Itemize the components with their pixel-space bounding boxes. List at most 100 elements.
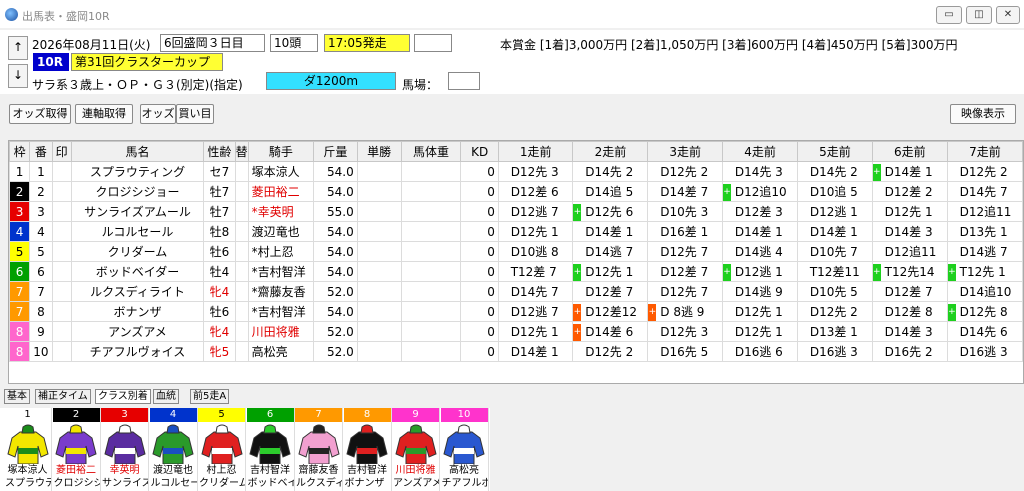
column-header[interactable]: 枠 [9,141,31,162]
mark-cell[interactable] [51,241,72,262]
column-header[interactable]: 騎手 [247,141,315,162]
silk-jockey-name: 吉村智洋 [347,465,387,476]
horse-row[interactable]: 5 5 クリダーム 牡6 *村上忍 54.0 0 D10逃 8 D14逃 7 D12先 7 … [9,241,1023,262]
column-header[interactable]: 印 [51,141,72,162]
past-race-cell: D14先 7 [946,181,1023,202]
silk-card[interactable]: 1 塚本涼人スプラウティング [4,408,52,491]
kd-cell: 0 [460,321,499,342]
empty-marker [499,304,507,321]
past-race-text: D12逃 7 [506,304,559,319]
horse-row[interactable]: 7 7 ルクスディライト 牝4 *齋藤友香 52.0 0 D14先 7 D12差 7 D12… [9,281,1023,302]
odds-button[interactable]: オッズ [140,104,176,124]
tab-corrected-time[interactable]: 補正タイム [35,389,91,404]
silk-horse-name: ルクスディライト [296,478,342,489]
tab-pedigree[interactable]: 血統 [153,389,179,404]
silk-card[interactable]: 3 幸英明サンライズアムール [101,408,149,491]
silk-horse-name: アンズアメ [393,478,439,489]
horse-row[interactable]: 8 10 チアフルヴォイス 牝5 高松亮 52.0 0 D14差 1 D12先 2 D16先… [9,341,1023,362]
mark-cell[interactable] [51,201,72,222]
column-header[interactable]: 性齢 [203,141,236,162]
mark-cell[interactable] [51,181,72,202]
past-race-text: D14差 3 [880,224,933,239]
jockey-cell: *齋藤友香 [247,281,315,302]
win-odds-cell [356,241,402,262]
tab-last5-a[interactable]: 前5走A [190,389,230,404]
silk-card[interactable]: 4 渡辺竜也ルコルセール [149,408,198,491]
silk-card[interactable]: 10 高松亮チアフルボイス [440,408,489,491]
going-label: 馬場： [402,78,439,92]
horse-row[interactable]: 3 3 サンライズアムール 牡7 *幸英明 55.0 0 D12逃 7 + D12先 6 D1… [9,201,1023,222]
mark-cell[interactable] [51,321,72,342]
silk-card[interactable]: 7 齋藤友香ルクスディライト [295,408,343,491]
column-header[interactable]: 馬名 [70,141,205,162]
horse-row[interactable]: 6 6 ボッドベイダー 牡4 *吉村智洋 54.0 0 T12差 7 + D12先 1 D12… [9,261,1023,282]
column-header[interactable]: 番 [29,141,53,162]
past-race-text: D10追 5 [806,184,858,199]
past-race-cell: D14逃 4 [722,241,799,262]
column-header[interactable]: 6走前 [871,141,948,162]
win-odds-cell [356,341,402,362]
maximize-button[interactable]: ◫ [966,6,992,24]
horse-row[interactable]: 4 4 ルコルセール 牡8 渡辺竜也 54.0 0 D12先 1 D14差 1 D16差 1… [9,221,1023,242]
column-header[interactable]: 斤量 [313,141,358,162]
past-race-cell: D14差 3 [871,321,948,342]
toolbar: オッズ取得 連軸取得 オッズ 買い目 映像表示 [0,98,1024,132]
horse-row[interactable]: 8 9 アンズアメ 牝4 川田将雅 52.0 0 D12先 1 + D14差 6 D12先 3… [9,321,1023,342]
buy-button[interactable]: 買い目 [176,104,214,124]
mark-cell[interactable] [51,341,72,362]
prev-race-button[interactable]: ↑ [8,36,28,60]
silk-card[interactable]: 9 川田将雅 アンズアメ [392,408,440,491]
silk-card[interactable]: 6 吉村智洋ボッドベイダー [246,408,295,491]
next-race-button[interactable]: ↓ [8,64,28,88]
tab-class-results[interactable]: クラス別着 [95,389,151,404]
mark-cell[interactable] [51,281,72,302]
past-race-text: D12差12 [581,304,638,319]
past-race-cell: D14先 6 [946,321,1023,342]
close-button[interactable]: ✕ [996,6,1020,24]
silk-number: 4 [149,408,197,422]
jockey-cell: *吉村智洋 [247,301,315,322]
mark-cell[interactable] [51,161,72,182]
past-race-text: T12先 1 [955,264,1006,279]
column-header[interactable]: 1走前 [497,141,574,162]
silk-card[interactable]: 8 吉村智洋 ボナンザ [343,408,392,491]
odds-fetch-button[interactable]: オッズ取得 [9,104,71,124]
past-race-cell: + D12先 1 [572,261,649,282]
silk-number: 9 [392,408,439,422]
horse-name-cell: ボナンザ [70,301,205,322]
past-race-cell: D13先 1 [946,221,1023,242]
column-header[interactable]: 2走前 [572,141,649,162]
silk-card[interactable]: 2 菱田裕二クロジシジョー [52,408,101,491]
window-title: 出馬表・盛岡10R [22,10,110,23]
column-header[interactable]: 7走前 [946,141,1023,162]
column-header[interactable]: 4走前 [722,141,799,162]
column-header[interactable]: KD [460,141,499,162]
minimize-button[interactable]: ▭ [936,6,962,24]
column-header[interactable]: 替 [234,141,249,162]
course-distance: ダ1200m [266,72,396,90]
horse-row[interactable]: 1 1 スプラウティング セ7 塚本涼人 54.0 0 D12先 3 D14先 2 D12先… [9,161,1023,182]
column-header[interactable]: 5走前 [797,141,873,162]
past-race-cell: D10先 7 [797,241,873,262]
column-header[interactable]: 単勝 [356,141,402,162]
kd-cell: 0 [460,181,499,202]
past-race-text: D14先 6 [955,324,1008,339]
past-race-cell: D14差 3 [871,221,948,242]
column-header[interactable]: 3走前 [647,141,724,162]
past-race-text: D16逃 3 [806,344,858,359]
column-header[interactable]: 馬体重 [400,141,462,162]
frame-number-cell: 8 [9,341,31,362]
horse-number-cell: 7 [29,281,53,302]
past-race-text: D14差 1 [806,224,858,239]
mark-cell[interactable] [51,301,72,322]
mark-cell[interactable] [51,221,72,242]
mark-cell[interactable] [51,261,72,282]
jockey-silk-icon [443,424,485,464]
video-button[interactable]: 映像表示 [950,104,1016,124]
silk-card[interactable]: 5 村上忍 クリダーム [198,408,246,491]
renpuku-fetch-button[interactable]: 連軸取得 [75,104,133,124]
tab-basic[interactable]: 基本 [4,389,30,404]
horse-row[interactable]: 7 8 ボナンザ 牡6 *吉村智洋 54.0 0 D12逃 7 + D12差12 + D 8逃 … [9,301,1023,322]
past-race-text: D14差 7 [656,184,709,199]
horse-row[interactable]: 2 2 クロジシジョー 牡7 菱田裕二 54.0 0 D12差 6 D14追 5 D14差 … [9,181,1023,202]
